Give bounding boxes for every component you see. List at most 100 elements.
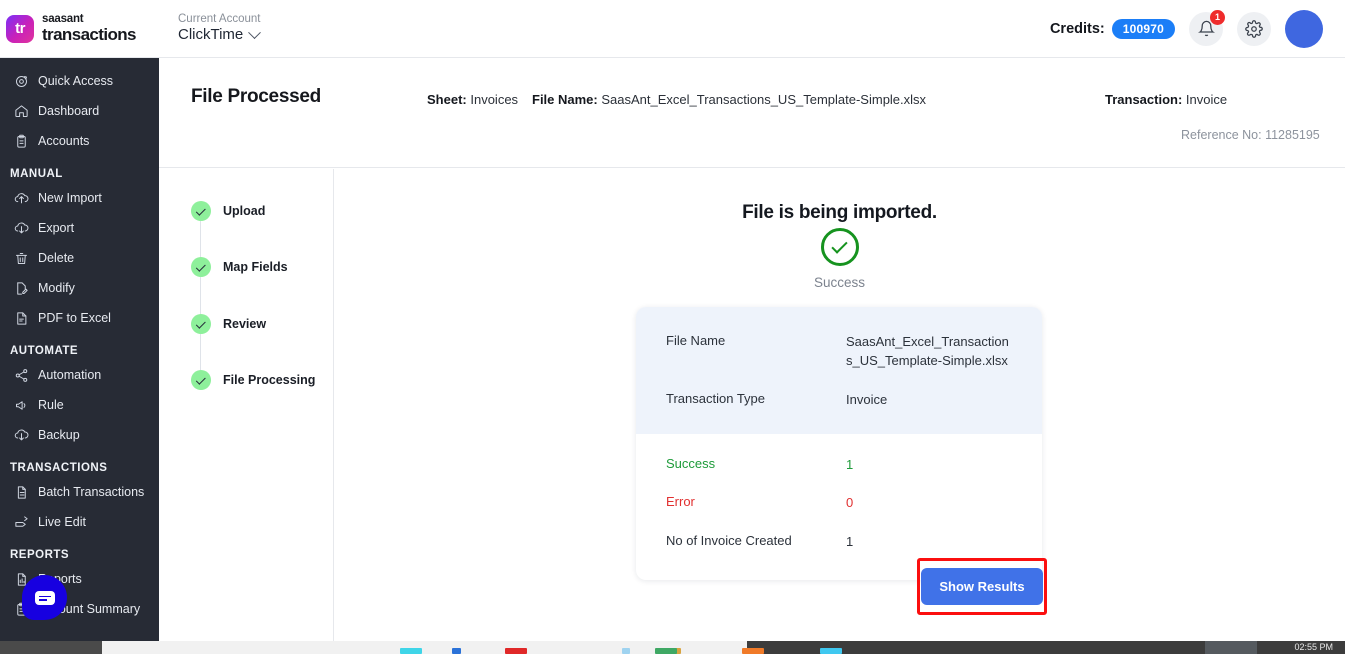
sidebar-item-label: Automation — [38, 368, 102, 382]
chat-support-button[interactable] — [22, 575, 67, 620]
sidebar-item-pdf-to-excel[interactable]: PDF to Excel — [0, 303, 159, 333]
sidebar-section-reports: REPORTS — [10, 549, 70, 561]
brand-logo[interactable]: tr saasant transactions — [0, 12, 160, 45]
summary-row-value: 1 — [846, 534, 854, 550]
file-name-value: SaasAnt_Excel_Transactions_US_Template-S… — [601, 92, 927, 107]
megaphone-icon — [16, 400, 26, 410]
taskbar-app-icon-5[interactable] — [742, 648, 764, 654]
sidebar-item-automation[interactable]: Automation — [0, 360, 159, 390]
import-status-title: File is being imported. — [742, 202, 937, 223]
sidebar-item-backup[interactable]: Backup — [0, 420, 159, 450]
sidebar-section-manual: MANUAL — [10, 168, 63, 180]
top-bar: tr saasant transactions Current Account … — [0, 0, 1345, 58]
sidebar-item-delete[interactable]: Delete — [0, 243, 159, 273]
home-icon — [15, 104, 28, 117]
show-results-highlight-box: Show Results — [917, 558, 1047, 615]
summary-row-value: SaasAnt_Excel_Transactions_US_Template-S… — [846, 334, 1009, 368]
sidebar-item-label: Accounts — [38, 134, 90, 148]
stepper-step-label: Upload — [223, 204, 266, 218]
summary-row: Transaction Type Invoice — [636, 381, 1042, 420]
sidebar-item-new-import[interactable]: New Import — [0, 183, 159, 213]
document-icon — [17, 485, 26, 499]
credits-label: Credits: — [1049, 20, 1105, 37]
import-summary-card: File Name SaasAnt_Excel_Transactions_US_T… — [636, 307, 1042, 581]
file-pdf-icon — [17, 311, 27, 325]
taskbar-system-tray[interactable] — [1205, 641, 1257, 654]
sidebar-nav: Quick Access Dashboard Accounts MANUAL New … — [0, 58, 159, 641]
current-account-name: ClickTime — [178, 26, 244, 44]
success-check-icon — [820, 228, 859, 266]
download-cloud-icon-wrap — [14, 221, 29, 236]
taskbar-app-icon-2[interactable] — [452, 648, 461, 654]
sidebar-item-label: Export — [38, 221, 75, 235]
brand-name-top: saasant — [42, 12, 84, 25]
sidebar-item-label: Delete — [38, 251, 75, 265]
summary-bottom-rows: Success 1 Error 0 No of Invoice Created 1 — [636, 446, 1042, 563]
stepper-step-label: File Processing — [223, 373, 316, 387]
chevron-down-icon — [248, 25, 262, 39]
sidebar-item-accounts[interactable]: Accounts — [0, 126, 159, 156]
step-complete-check-icon — [191, 201, 211, 221]
transaction-label: Transaction: — [1105, 92, 1183, 107]
file-name-label: File Name: — [532, 92, 598, 107]
share-nodes-icon — [15, 368, 28, 382]
file-edit-icon-wrap — [14, 281, 29, 296]
download-cloud-icon — [14, 429, 29, 440]
summary-row-value: 0 — [846, 495, 854, 511]
taskbar-clock[interactable]: 02:55 PM — [1294, 642, 1333, 652]
sidebar-item-quick-access[interactable]: Quick Access — [0, 66, 159, 96]
trash-icon-wrap — [14, 251, 29, 266]
sidebar-item-export[interactable]: Export — [0, 213, 159, 243]
chat-bubble-icon — [34, 590, 55, 605]
stepper-step-file-processing[interactable]: File Processing — [191, 370, 315, 390]
taskbar-app-icon-1[interactable] — [400, 648, 422, 654]
top-bar-actions: Credits: 100970 1 — [1049, 9, 1345, 48]
share-nodes-icon-wrap — [14, 368, 29, 383]
sheet-meta: Sheet: Invoices — [427, 92, 518, 107]
sidebar-item-batch-transactions[interactable]: Batch Transactions — [0, 477, 159, 507]
current-account-selector[interactable]: Current Account ClickTime — [178, 13, 262, 44]
brand-name-bottom: transactions — [42, 25, 136, 45]
megaphone-icon-wrap — [14, 398, 29, 413]
settings-button[interactable] — [1237, 11, 1271, 46]
taskbar-left-segment[interactable] — [0, 641, 102, 654]
file-edit-icon — [17, 281, 28, 295]
credits-value-badge[interactable]: 100970 — [1111, 18, 1175, 39]
sidebar-item-dashboard[interactable]: Dashboard — [0, 96, 159, 126]
notifications-button[interactable]: 1 — [1189, 9, 1225, 46]
summary-row-value: 1 — [846, 456, 854, 472]
taskbar-app-icon-4[interactable] — [655, 648, 677, 654]
main-content: File is being imported. Success File Nam… — [334, 169, 1345, 641]
sidebar-item-label: Rule — [38, 398, 64, 412]
taskbar-window-segment[interactable] — [102, 641, 747, 654]
saasant-logo-icon: tr — [6, 14, 34, 43]
page-header: File Processed Sheet: Invoices File Name… — [159, 58, 1345, 168]
pen-tag-icon — [15, 515, 28, 527]
current-account-label: Current Account — [178, 13, 261, 26]
stepper-step-upload[interactable]: Upload — [191, 201, 265, 221]
summary-row-key: No of Invoice Created — [666, 533, 792, 549]
show-results-button[interactable]: Show Results — [921, 568, 1043, 605]
stepper-step-label: Review — [223, 317, 267, 331]
home-icon-wrap — [14, 104, 29, 119]
user-avatar[interactable] — [1285, 9, 1323, 48]
stepper-step-map-fields[interactable]: Map Fields — [191, 257, 288, 277]
taskbar-app-icon-3[interactable] — [505, 648, 527, 654]
stepper-step-review[interactable]: Review — [191, 314, 266, 334]
transaction-meta: Transaction: Invoice — [1105, 92, 1227, 107]
sidebar-item-rule[interactable]: Rule — [0, 390, 159, 420]
step-complete-check-icon — [191, 257, 211, 277]
clipboard-icon-wrap — [14, 134, 29, 149]
step-complete-check-icon — [191, 314, 211, 334]
sidebar-item-live-edit[interactable]: Live Edit — [0, 507, 159, 537]
app-root: tr saasant transactions Current Account … — [0, 0, 1345, 654]
sidebar-section-transactions: TRANSACTIONS — [10, 462, 108, 474]
taskbar-app-icon-a[interactable] — [622, 648, 630, 654]
sidebar-item-modify[interactable]: Modify — [0, 273, 159, 303]
target-icon — [16, 75, 27, 87]
sidebar-item-label: Quick Access — [38, 74, 114, 88]
page-title: File Processed — [191, 86, 321, 107]
taskbar-app-icon-6[interactable] — [820, 648, 842, 654]
file-pdf-icon-wrap — [14, 311, 29, 326]
notification-count-badge: 1 — [1210, 9, 1225, 25]
